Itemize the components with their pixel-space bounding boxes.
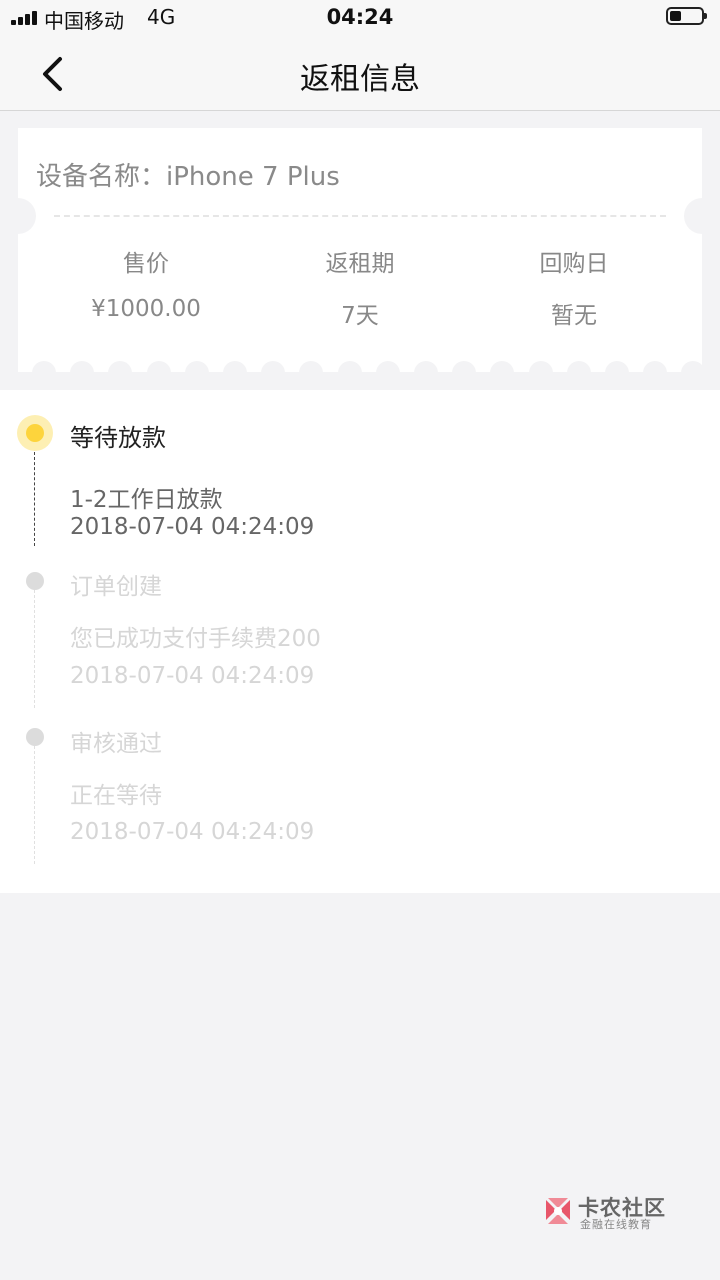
timeline-step-detail: 正在等待 bbox=[70, 783, 162, 809]
timeline-connector bbox=[34, 746, 35, 864]
ticket-scallop bbox=[643, 361, 668, 385]
ticket-scallop bbox=[490, 361, 515, 385]
ticket-notch bbox=[684, 198, 720, 234]
ticket-scallop bbox=[681, 361, 706, 385]
device-name-label: 设备名称： bbox=[36, 162, 167, 192]
ticket-divider bbox=[54, 215, 666, 217]
ticket-notch bbox=[0, 198, 36, 234]
lease-period-label: 返租期 bbox=[325, 251, 395, 277]
ticket-scallop bbox=[566, 361, 591, 385]
ticket-scallop bbox=[146, 361, 171, 385]
timeline-step-title: 订单创建 bbox=[70, 574, 162, 600]
timeline-step-time: 2018-07-04 04:24:09 bbox=[70, 663, 315, 689]
lease-period-value: 7天 bbox=[341, 303, 379, 329]
timeline-step-title: 审核通过 bbox=[70, 731, 162, 757]
ticket-scallop bbox=[32, 361, 56, 385]
status-bar: 中国移动 4G 04:24 bbox=[0, 0, 720, 38]
ticket-scallop bbox=[414, 361, 438, 385]
ticket-scallop bbox=[223, 361, 247, 385]
timeline-step-detail: 您已成功支付手续费200 bbox=[70, 626, 321, 652]
timeline-step-time: 2018-07-04 04:24:09 bbox=[70, 819, 315, 845]
timeline-step-time: 2018-07-04 04:24:09 bbox=[70, 514, 315, 540]
ticket-scallop bbox=[261, 361, 286, 385]
ticket-scallop bbox=[528, 361, 553, 385]
ticket-scallop bbox=[605, 361, 629, 385]
timeline-connector bbox=[34, 590, 35, 708]
clock: 04:24 bbox=[326, 5, 394, 29]
ticket-scallop-edge bbox=[18, 361, 706, 387]
watermark-logo-icon bbox=[546, 1198, 570, 1224]
device-name-value: iPhone 7 Plus bbox=[166, 162, 340, 192]
ticket-scallop bbox=[108, 361, 133, 385]
price-value: ¥1000.00 bbox=[91, 296, 201, 322]
timeline-active-dot bbox=[17, 415, 53, 451]
status-timeline: 等待放款 1-2工作日放款 2018-07-04 04:24:09 订单创建 您… bbox=[0, 390, 720, 893]
device-name-row: 设备名称：iPhone 7 Plus bbox=[36, 156, 340, 193]
ticket-scallop bbox=[452, 361, 477, 385]
page-title: 返租信息 bbox=[300, 62, 420, 97]
nav-bar: 返租信息 bbox=[0, 38, 720, 111]
battery-icon bbox=[666, 7, 707, 25]
ticket-scallop bbox=[337, 361, 362, 385]
watermark: 卡农社区 金融在线教育 bbox=[540, 1192, 670, 1232]
ticket-scallop bbox=[375, 361, 400, 385]
timeline-step-detail: 1-2工作日放款 bbox=[70, 487, 223, 513]
battery-level bbox=[670, 11, 681, 21]
timeline-step-title: 等待放款 bbox=[70, 424, 166, 452]
buyback-date-value: 暂无 bbox=[551, 303, 597, 329]
device-info-card: 设备名称：iPhone 7 Plus 售价 ¥1000.00 返租期 7天 回购… bbox=[0, 128, 720, 385]
ticket-scallop bbox=[184, 361, 209, 385]
timeline-dot bbox=[26, 728, 44, 746]
timeline-connector bbox=[34, 452, 35, 546]
timeline-dot bbox=[26, 572, 44, 590]
ticket-scallop bbox=[299, 361, 324, 385]
price-label: 售价 bbox=[123, 251, 169, 277]
watermark-tagline: 金融在线教育 bbox=[580, 1218, 652, 1231]
buyback-date-label: 回购日 bbox=[539, 251, 609, 277]
ticket-scallop bbox=[70, 361, 95, 385]
